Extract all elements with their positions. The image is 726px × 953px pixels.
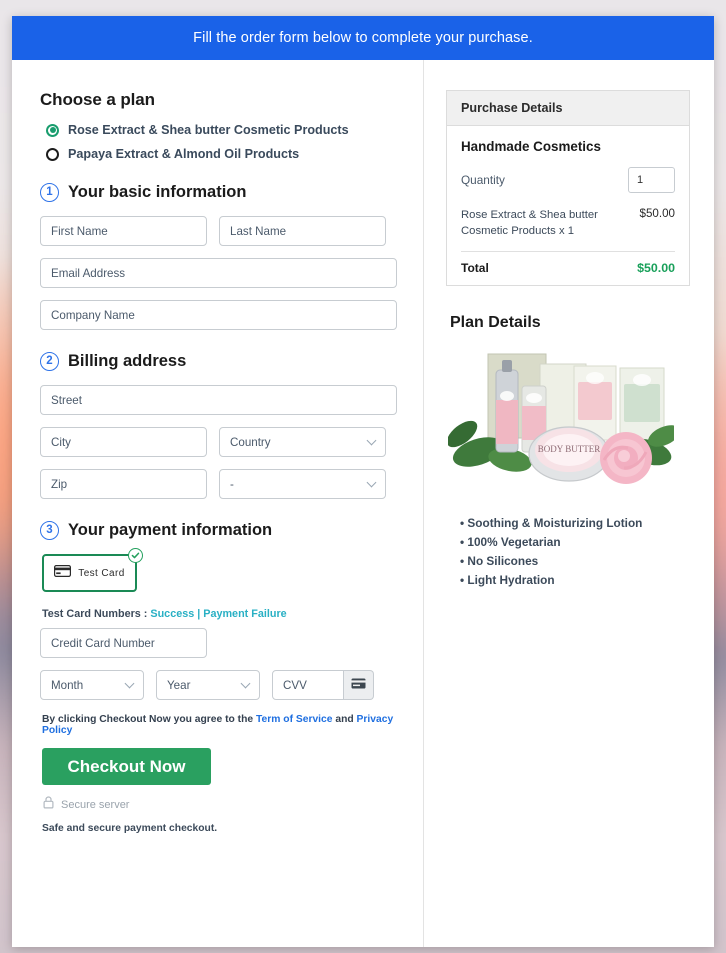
chevron-down-icon: [366, 435, 377, 446]
agree-prefix: By clicking Checkout Now you agree to th…: [42, 714, 256, 725]
expiry-year-value: Year: [167, 678, 191, 692]
safe-payment-note: Safe and secure payment checkout.: [42, 823, 218, 834]
state-select[interactable]: -: [219, 469, 386, 499]
expiry-month-select[interactable]: Month: [40, 670, 144, 700]
email-input[interactable]: Email Address: [40, 258, 397, 288]
secure-server-text: Secure server: [61, 799, 130, 811]
benefits-list: Soothing & Moisturizing Lotion 100% Vege…: [460, 516, 690, 587]
product-image: BODY BUTTER: [446, 348, 680, 488]
choose-a-plan-heading: Choose a plan: [40, 90, 155, 109]
zip-state-row: Zip -: [40, 469, 423, 499]
checkout-now-button[interactable]: Checkout Now: [42, 748, 211, 785]
test-card-numbers-prefix: Test Card Numbers :: [42, 608, 151, 620]
step-number-badge: 3: [40, 521, 59, 540]
list-item: Soothing & Moisturizing Lotion: [460, 516, 690, 530]
plan-radio-group: Rose Extract & Shea butter Cosmetic Prod…: [46, 123, 423, 161]
list-item: No Silicones: [460, 554, 690, 568]
city-country-row: City Country: [40, 427, 423, 457]
product-title: Handmade Cosmetics: [461, 139, 601, 154]
total-label: Total: [461, 260, 489, 275]
state-select-value: -: [230, 477, 234, 491]
test-card-numbers-line: Test Card Numbers : Success | Payment Fa…: [42, 608, 423, 620]
summary-column: Purchase Details Handmade Cosmetics Quan…: [424, 60, 714, 947]
plan-option-label: Rose Extract & Shea butter Cosmetic Prod…: [68, 123, 349, 137]
line-item-row: Rose Extract & Shea butter Cosmetic Prod…: [461, 207, 675, 240]
expiry-cvv-row: Month Year CVV: [40, 670, 423, 700]
link-separator: |: [194, 608, 204, 620]
quantity-input[interactable]: [628, 167, 675, 193]
street-input[interactable]: Street: [40, 385, 397, 415]
radio-selected-icon[interactable]: [46, 123, 59, 137]
quantity-row: Quantity: [461, 167, 675, 193]
terms-agreement-text: By clicking Checkout Now you agree to th…: [42, 714, 423, 736]
card-body: Choose a plan Rose Extract & Shea butter…: [12, 60, 714, 947]
step-title: Billing address: [68, 352, 187, 370]
checkout-card: Fill the order form below to complete yo…: [12, 16, 714, 947]
step-number-badge: 2: [40, 352, 59, 371]
company-row: Company Name: [40, 300, 423, 330]
summary-divider: [461, 250, 675, 252]
cvv-group: CVV: [272, 670, 374, 700]
step-header-basic-info: 1 Your basic information: [40, 183, 423, 202]
check-circle-icon: [128, 548, 143, 563]
expiry-month-value: Month: [51, 678, 84, 692]
success-card-link[interactable]: Success: [150, 608, 194, 620]
order-form-column: Choose a plan Rose Extract & Shea butter…: [12, 60, 424, 947]
last-name-input[interactable]: Last Name: [219, 216, 386, 246]
name-row: First Name Last Name: [40, 216, 423, 246]
country-select[interactable]: Country: [219, 427, 386, 457]
expiry-year-select[interactable]: Year: [156, 670, 260, 700]
step-title: Your payment information: [68, 521, 273, 539]
top-banner: Fill the order form below to complete yo…: [12, 16, 714, 60]
total-row: Total $50.00: [461, 261, 675, 275]
payment-failure-card-link[interactable]: Payment Failure: [203, 608, 286, 620]
radio-unselected-icon[interactable]: [46, 147, 59, 161]
credit-card-number-row: Credit Card Number: [40, 628, 423, 658]
step-title: Your basic information: [68, 183, 247, 201]
plan-option-label: Papaya Extract & Almond Oil Products: [68, 147, 300, 161]
purchase-details-header: Purchase Details: [447, 91, 689, 126]
secure-server-row: Secure server: [43, 796, 423, 814]
plan-option-rose[interactable]: Rose Extract & Shea butter Cosmetic Prod…: [46, 123, 423, 137]
credit-card-number-input[interactable]: Credit Card Number: [40, 628, 207, 658]
plan-details-title: Plan Details: [450, 313, 541, 331]
lock-icon: [43, 796, 54, 814]
banner-text: Fill the order form below to complete yo…: [193, 30, 533, 46]
line-item-name: Rose Extract & Shea butter Cosmetic Prod…: [461, 209, 598, 238]
list-item: Light Hydration: [460, 573, 690, 587]
credit-card-icon: [54, 564, 72, 582]
first-name-input[interactable]: First Name: [40, 216, 207, 246]
svg-text:BODY BUTTER: BODY BUTTER: [538, 444, 600, 454]
purchase-details-panel: Purchase Details Handmade Cosmetics Quan…: [446, 90, 690, 286]
step-header-billing: 2 Billing address: [40, 352, 423, 371]
list-item: 100% Vegetarian: [460, 535, 690, 549]
chevron-down-icon: [124, 678, 135, 689]
terms-of-service-link[interactable]: Term of Service: [256, 714, 333, 725]
email-row: Email Address: [40, 258, 423, 288]
total-value: $50.00: [637, 260, 675, 275]
zip-input[interactable]: Zip: [40, 469, 207, 499]
chevron-down-icon: [366, 477, 377, 488]
line-item-price: $50.00: [639, 207, 675, 220]
cvv-input[interactable]: CVV: [272, 670, 344, 700]
card-back-icon: [351, 676, 366, 694]
city-input[interactable]: City: [40, 427, 207, 457]
test-card-label: Test Card: [78, 567, 125, 579]
cvv-help-button[interactable]: [344, 670, 374, 700]
street-row: Street: [40, 385, 423, 415]
company-name-input[interactable]: Company Name: [40, 300, 397, 330]
plan-option-papaya[interactable]: Papaya Extract & Almond Oil Products: [46, 147, 423, 161]
test-card-method-button[interactable]: Test Card: [42, 548, 143, 592]
step-number-badge: 1: [40, 183, 59, 202]
step-header-payment: 3 Your payment information: [40, 521, 423, 540]
agree-middle: and: [332, 714, 357, 725]
country-select-value: Country: [230, 435, 271, 449]
chevron-down-icon: [240, 678, 251, 689]
quantity-label: Quantity: [461, 173, 505, 187]
purchase-details-body: Handmade Cosmetics Quantity Rose Extract…: [447, 126, 689, 285]
